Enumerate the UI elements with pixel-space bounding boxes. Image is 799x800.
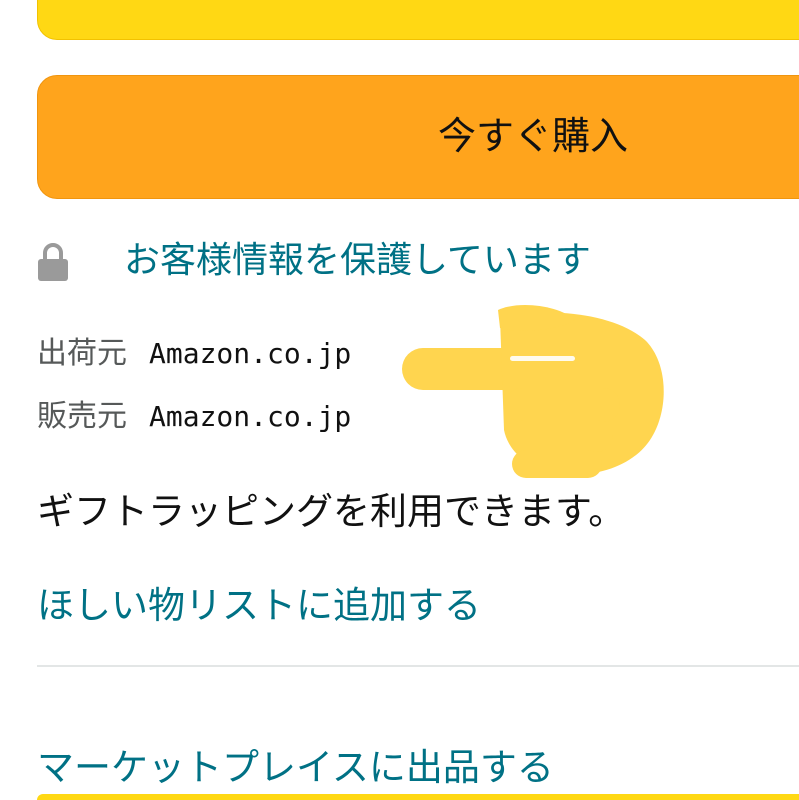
gift-wrap-text: ギフトラッピングを利用できます。 <box>37 490 626 533</box>
secure-transaction-link[interactable]: お客様情報を保護しています <box>124 236 591 286</box>
sold-by-label: 販売元 <box>37 399 127 434</box>
ships-from-value: Amazon.co.jp <box>149 337 352 370</box>
buy-now-button[interactable]: 今すぐ購入 <box>37 75 799 199</box>
ships-from-row: 出荷元 Amazon.co.jp <box>37 332 351 376</box>
sold-by-row: 販売元 Amazon.co.jp <box>37 395 351 439</box>
lock-icon <box>38 243 68 281</box>
pointing-hand-icon <box>402 305 664 478</box>
ships-from-label: 出荷元 <box>37 336 127 371</box>
sell-on-marketplace-link[interactable]: マーケットプレイスに出品する <box>37 742 554 794</box>
add-to-cart-button[interactable] <box>37 0 799 40</box>
buy-now-label: 今すぐ購入 <box>438 114 629 158</box>
sold-by-value: Amazon.co.jp <box>149 400 352 433</box>
divider <box>37 665 799 667</box>
add-to-wishlist-link[interactable]: ほしい物リストに追加する <box>37 580 481 632</box>
next-button-edge <box>37 794 799 800</box>
